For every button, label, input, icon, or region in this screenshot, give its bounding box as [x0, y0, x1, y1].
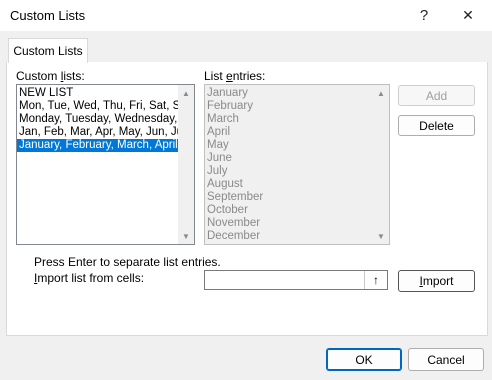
label-part: Custom	[16, 69, 61, 83]
window-title: Custom Lists	[10, 8, 86, 23]
hint-text: Press Enter to separate list entries.	[34, 255, 221, 269]
list-entry-line: December	[207, 230, 261, 242]
cancel-button[interactable]: Cancel	[408, 348, 484, 371]
delete-button[interactable]: Delete	[398, 115, 475, 136]
custom-list-item[interactable]: January, February, March, April	[17, 139, 178, 152]
scroll-down-icon[interactable]: ▼	[178, 229, 194, 243]
list-entries-label: List entries:	[204, 69, 265, 83]
ok-button[interactable]: OK	[326, 348, 402, 371]
help-button[interactable]: ?	[402, 0, 446, 31]
custom-list-item[interactable]: Jan, Feb, Mar, Apr, May, Jun, Jul	[17, 126, 178, 139]
list-entry-line: January	[207, 87, 248, 99]
custom-list-item[interactable]: Mon, Tue, Wed, Thu, Fri, Sat, Sun	[17, 100, 178, 113]
add-button[interactable]: Add	[398, 85, 475, 106]
list-entry-line: April	[207, 126, 231, 138]
list-entry-line: March	[207, 113, 239, 125]
list-entries-textbox[interactable]: January February March April May June July Augu…	[204, 84, 390, 245]
custom-lists-scrollbar[interactable]: ▲ ▼	[178, 85, 194, 244]
list-entry-line: September	[207, 191, 264, 203]
label-part: ntries:	[232, 69, 266, 83]
list-entry-line: November	[207, 217, 261, 229]
import-range-input[interactable]: ↑	[204, 270, 388, 290]
list-entry-line: May	[207, 139, 229, 151]
collapse-dialog-icon[interactable]: ↑	[364, 271, 387, 289]
custom-lists-label: Custom lists:	[16, 69, 85, 83]
scroll-down-icon[interactable]: ▼	[373, 229, 389, 243]
help-icon: ?	[419, 7, 429, 24]
import-label: Import list from cells:	[34, 271, 144, 285]
label-part: List	[204, 69, 227, 83]
label-part: ists:	[63, 69, 85, 83]
list-entry-line: August	[207, 178, 243, 190]
custom-lists-listbox[interactable]: NEW LIST Mon, Tue, Wed, Thu, Fri, Sat, Su…	[16, 84, 195, 245]
label-accel: e	[226, 69, 233, 83]
list-entry-line: October	[207, 204, 248, 216]
close-icon: ✕	[462, 7, 474, 23]
label-part: mport list from cells:	[37, 271, 145, 285]
list-entry-line: July	[207, 165, 228, 177]
import-button[interactable]: Import	[398, 270, 475, 292]
tab-label: Custom Lists	[13, 44, 83, 58]
list-entries-scrollbar[interactable]: ▲ ▼	[373, 85, 389, 244]
custom-list-item[interactable]: Monday, Tuesday, Wednesday, Thursday	[17, 113, 178, 126]
tab-custom-lists[interactable]: Custom Lists	[8, 38, 88, 63]
list-entry-line: February	[207, 100, 254, 112]
close-button[interactable]: ✕	[446, 0, 490, 31]
button-label: mport	[422, 274, 454, 288]
scroll-up-icon[interactable]: ▲	[373, 86, 389, 100]
list-entry-line: June	[207, 152, 232, 164]
custom-list-item[interactable]: NEW LIST	[17, 87, 178, 100]
scroll-up-icon[interactable]: ▲	[178, 86, 194, 100]
